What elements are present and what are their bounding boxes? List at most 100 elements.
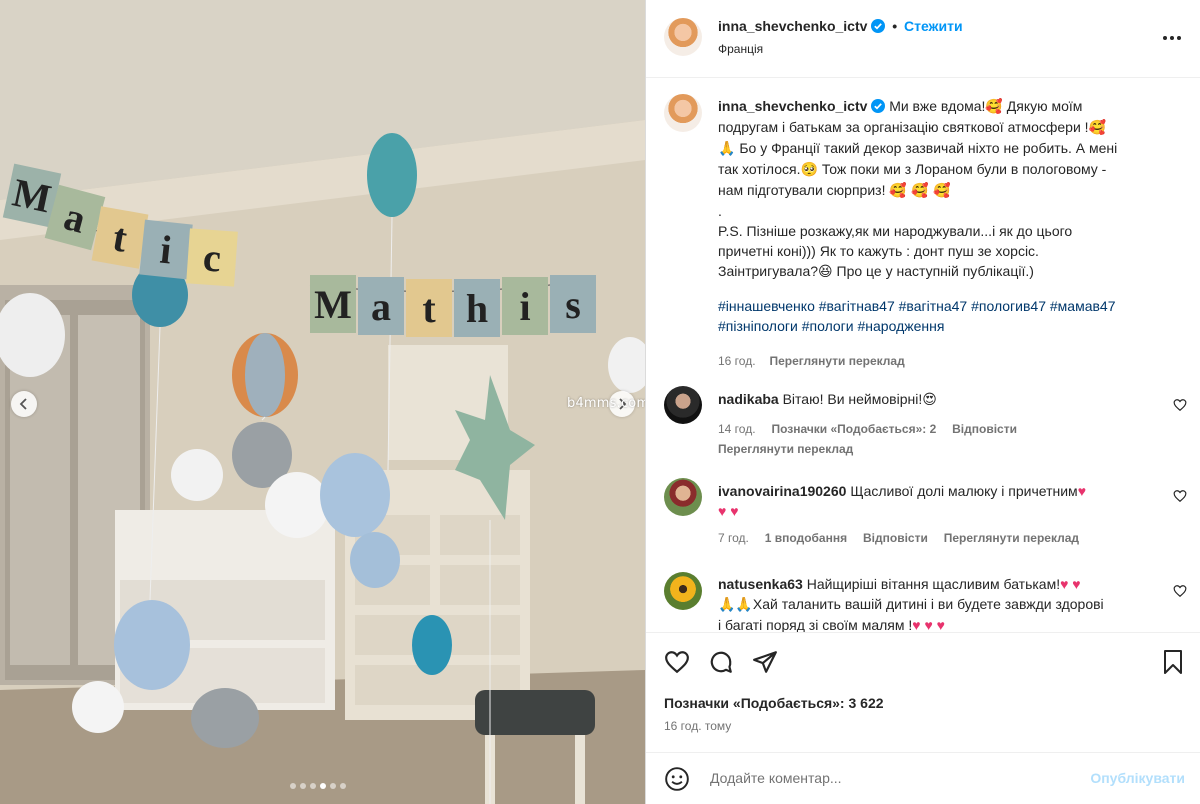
carousel-dot[interactable] [290,783,296,789]
caption-dot: . [718,203,722,219]
location-link[interactable]: Франція [718,42,763,56]
caption-text: нам підготували сюрприз! [718,182,886,198]
carousel-dot[interactable] [310,783,316,789]
reply-button[interactable]: Відповісти [863,531,928,545]
publish-button[interactable]: Опублікувати [1090,770,1185,786]
banner-letter: a [358,277,404,335]
likes-count[interactable]: Позначки «Подобається»: 3 622 [664,695,884,711]
verified-badge-icon [871,99,886,113]
caption-text: Тож поки ми з Лораном були в пологовому … [821,161,1107,177]
caption-time[interactable]: 16 год. [718,354,756,368]
comment-text: Щасливої долі малюку і причетним [850,483,1078,499]
post-sidebar: inna_shevchenko_ictv • Стежити Франція i… [645,0,1200,804]
follow-button[interactable]: Стежити [904,18,963,34]
banner-letter: c [186,228,238,287]
heart-outline-icon[interactable] [1173,489,1187,503]
separator-dot: • [892,18,898,34]
folded-hands-icon: 🙏🙏 [718,597,753,613]
carousel-dot-active[interactable] [320,783,326,789]
heart-icon: ♥ ♥ [1060,576,1081,592]
caption-ps: P.S. Пізніше розкажу,як ми народжували..… [718,223,1073,239]
hashtags[interactable]: #пізніпологи #пологи #народження [718,316,1168,336]
comment-text: і багаті поряд зі своїм малям ! [718,617,913,632]
folded-hands-icon: 🙏 [718,141,736,157]
watermark: b4mms.com [567,396,645,411]
post-actions: Позначки «Подобається»: 3 622 16 год. то… [646,632,1200,746]
post-photo [0,0,645,804]
heart-outline-icon[interactable] [1173,398,1187,412]
caption-text: подругам і батькам за організацію святко… [718,119,1089,135]
smiling-face-hearts-icon: 🥰 [1088,120,1107,136]
caption-text: Бо у Франції такий декор зазвичай ніхто … [739,140,1118,156]
post-modal: M a t i c M a t h i s b4mms.com inna_she… [0,0,1200,804]
banner-letter: i [502,277,548,335]
comment-likes[interactable]: 1 вподобання [765,531,847,545]
see-translation-link[interactable]: Переглянути переклад [769,354,904,368]
grinning-face-icon: 😆 [818,264,833,280]
caption-text: так хотілося. [718,161,801,177]
banner-letter: h [454,279,500,337]
save-bookmark-icon[interactable] [1161,649,1185,675]
comment-likes[interactable]: Позначки «Подобається»: 2 [771,422,936,436]
avatar[interactable] [664,18,702,56]
like-heart-icon[interactable] [664,649,690,675]
carousel-prev-button[interactable] [11,391,37,417]
comment-username[interactable]: nadikaba [718,391,779,407]
header-user-row: inna_shevchenko_ictv • Стежити [718,18,963,34]
avatar[interactable] [664,94,702,132]
comment: natusenka63 Найщиріші вітання щасливим б… [718,574,1148,632]
more-horizontal-icon[interactable] [1162,35,1182,41]
verified-badge-icon [871,19,886,33]
banner-letter: s [550,275,596,333]
see-translation-link[interactable]: Переглянути переклад [944,531,1079,545]
username-link[interactable]: inna_shevchenko_ictv [718,18,867,34]
hashtags[interactable]: #іннашевченко #вагітнав47 #вагітна47 #по… [718,296,1168,316]
smiling-face-hearts-icon: 🥰 🥰 🥰 [889,183,951,199]
share-send-icon[interactable] [752,649,778,675]
carousel-dot[interactable] [300,783,306,789]
banner-letter: t [406,279,452,337]
see-translation-link[interactable]: Переглянути переклад [718,439,1148,459]
heart-eyes-icon: 😍 [922,392,937,408]
comment-form: Додайте коментар... Опублікувати [646,752,1200,804]
banner-letter: i [139,219,193,280]
caption-text: Дякую моїм [1006,98,1083,114]
heart-icon: ♥ ♥ [718,503,739,519]
caption-text: Ми вже вдома! [889,98,986,114]
comments-section[interactable]: inna_shevchenko_ictv Ми вже вдома!🥰 Дяку… [646,78,1200,632]
heart-outline-icon[interactable] [1173,584,1187,598]
caption-ps: причетні коні))) Як то кажуть : донт пуш… [718,243,1039,259]
comment-text: Хай таланить вашій дитині і ви будете за… [752,596,1104,612]
comment-time[interactable]: 7 год. [718,531,749,545]
carousel-dots [290,783,346,789]
caption-ps: Заінтригувала? [718,263,819,279]
post-media[interactable]: M a t i c M a t h i s b4mms.com [0,0,645,804]
carousel-dot[interactable] [340,783,346,789]
avatar[interactable] [664,572,702,610]
comment-input[interactable]: Додайте коментар... [710,770,842,786]
avatar[interactable] [664,478,702,516]
banner-mathis: M a t h i s [310,275,600,340]
caption-username[interactable]: inna_shevchenko_ictv [718,98,867,114]
smiling-face-hearts-icon: 🥰 [985,99,1003,115]
pleading-face-icon: 🥺 [800,162,818,178]
heart-icon: ♥ ♥ ♥ [912,617,945,632]
comment-bubble-icon[interactable] [708,649,734,675]
comment-text: Найщиріші вітання щасливим батькам! [806,576,1061,592]
comment-text: Вітаю! Ви неймовірні! [782,391,923,407]
comment-username[interactable]: natusenka63 [718,576,803,592]
heart-icon: ♥ [1077,483,1086,499]
caption-ps: Про це у наступній публікації.) [836,263,1034,279]
banner-letter: M [310,275,356,333]
comment-username[interactable]: ivanovairina190260 [718,483,846,499]
reply-button[interactable]: Відповісти [952,422,1017,436]
caption: inna_shevchenko_ictv Ми вже вдома!🥰 Дяку… [718,96,1168,371]
post-time-ago[interactable]: 16 год. тому [664,719,731,733]
comment-time[interactable]: 14 год. [718,422,756,436]
post-header: inna_shevchenko_ictv • Стежити Франція [646,0,1200,78]
avatar[interactable] [664,386,702,424]
banner-matic: M a t i c [2,163,248,288]
emoji-icon[interactable] [664,766,690,792]
comment: nadikaba Вітаю! Ви неймовірні!😍 14 год. … [718,389,1148,459]
carousel-dot[interactable] [330,783,336,789]
